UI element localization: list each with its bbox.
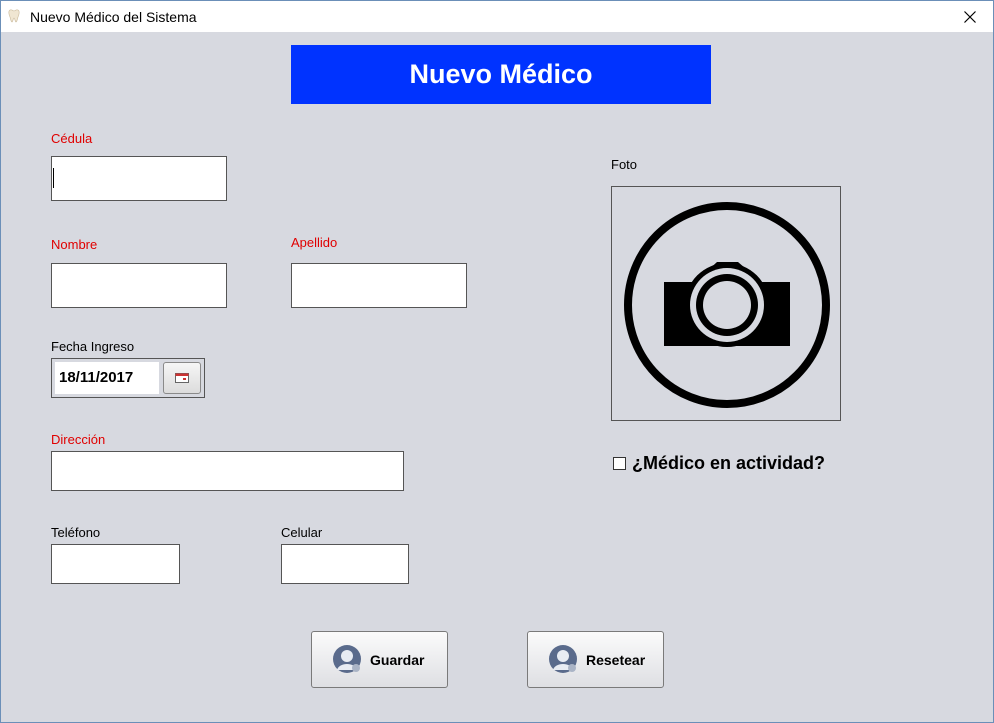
cedula-label: Cédula [51, 131, 93, 146]
celular-input[interactable] [281, 544, 409, 584]
tooth-icon [8, 9, 20, 23]
calendar-button[interactable] [163, 362, 201, 394]
telefono-input[interactable] [51, 544, 180, 584]
close-icon [964, 10, 976, 23]
user-icon [549, 644, 577, 673]
medico-activo-label: ¿Médico en actividad? [632, 453, 826, 473]
camera-icon [624, 202, 830, 408]
resetear-label: Resetear [586, 651, 646, 668]
close-button[interactable] [947, 1, 993, 32]
title-bar[interactable]: Nuevo Médico del Sistema [1, 1, 993, 32]
text-caret [53, 168, 54, 188]
telefono-label: Teléfono [51, 525, 101, 540]
calendar-icon [175, 373, 189, 383]
medico-activo-checkbox[interactable] [613, 457, 626, 470]
app-window: Nuevo Médico del Sistema Nuevo Médico Cé… [0, 0, 994, 723]
direccion-label: Dirección [51, 432, 106, 447]
guardar-button[interactable]: Guardar [311, 631, 448, 688]
fecha-ingreso-picker: 18/11/2017 [51, 358, 205, 398]
page-title: Nuevo Médico [291, 45, 711, 104]
guardar-label: Guardar [370, 651, 425, 668]
apellido-label: Apellido [291, 235, 338, 250]
cedula-input[interactable] [51, 156, 227, 201]
user-icon [333, 644, 361, 673]
direccion-input[interactable] [51, 451, 404, 491]
photo-box[interactable] [611, 186, 841, 421]
celular-label: Celular [281, 525, 323, 540]
nombre-label: Nombre [51, 237, 98, 252]
apellido-input[interactable] [291, 263, 467, 308]
medico-activo-option[interactable]: ¿Médico en actividad? [613, 453, 825, 474]
fecha-ingreso-input[interactable]: 18/11/2017 [55, 362, 159, 394]
resetear-button[interactable]: Resetear [527, 631, 664, 688]
nombre-input[interactable] [51, 263, 227, 308]
window-title: Nuevo Médico del Sistema [30, 9, 197, 25]
fecha-ingreso-label: Fecha Ingreso [51, 339, 135, 354]
foto-label: Foto [611, 157, 638, 172]
